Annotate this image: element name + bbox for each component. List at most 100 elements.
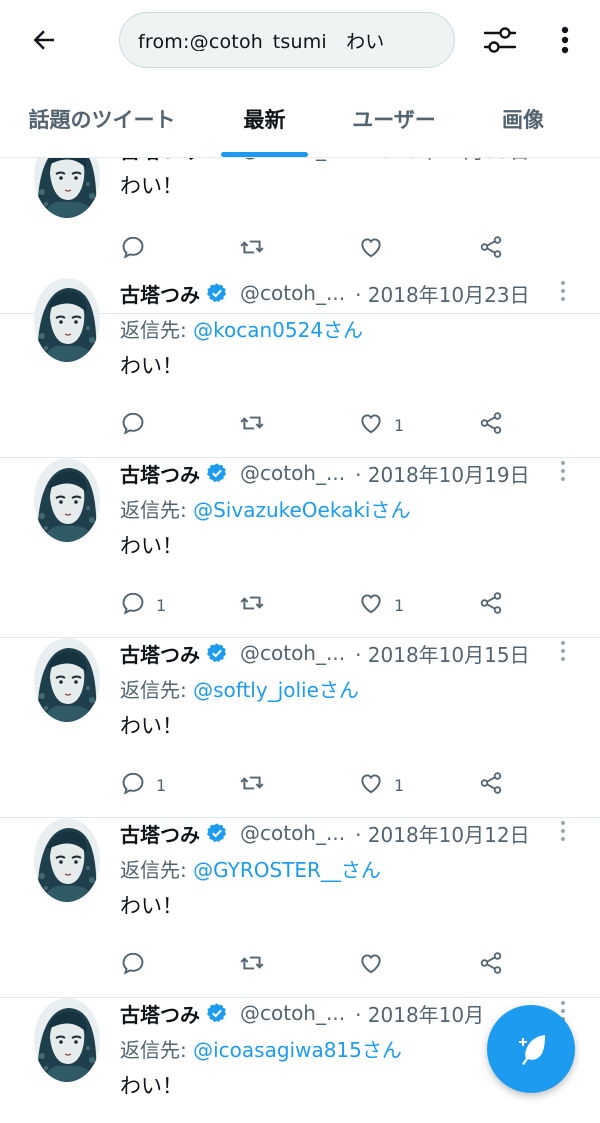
like-button[interactable]: 1 xyxy=(358,590,404,620)
reply-mention-link[interactable]: @softly_jolie xyxy=(193,678,319,702)
heart-icon xyxy=(358,590,384,620)
compose-feather-icon xyxy=(519,1035,545,1065)
tweet-more-icon[interactable] xyxy=(560,820,576,842)
compose-tweet-button[interactable] xyxy=(487,1005,575,1093)
like-button[interactable] xyxy=(358,234,394,264)
search-filter-button[interactable] xyxy=(480,22,520,58)
tweet-more-icon[interactable] xyxy=(560,280,576,302)
tweet-date[interactable]: · 2018年10月15日 xyxy=(355,639,530,668)
reply-icon xyxy=(120,590,146,620)
search-tabs: 話題のツイート 最新 ユーザー 画像 xyxy=(0,80,600,158)
verified-badge-icon xyxy=(206,642,228,664)
verified-badge-icon xyxy=(206,282,228,304)
display-name[interactable]: 古塔つみ xyxy=(120,459,200,488)
display-name[interactable]: 古塔つみ xyxy=(120,158,200,164)
user-avatar[interactable] xyxy=(34,998,100,1082)
tweet-item[interactable]: 古塔つみ @cotoh_... · 2018年10月23日 返信先: @koca… xyxy=(0,278,600,458)
retweet-button[interactable] xyxy=(238,410,266,440)
user-avatar[interactable] xyxy=(34,458,100,542)
retweet-button[interactable] xyxy=(238,770,266,800)
tweet-text: わい！ xyxy=(120,534,183,558)
tweet-item[interactable]: 古塔つみ @cotoh_... · 2018年10月12日 返信先: @GYRO… xyxy=(0,818,600,998)
reply-suffix: さん xyxy=(340,858,381,882)
like-button[interactable]: 1 xyxy=(358,410,404,440)
verified-badge-icon xyxy=(206,158,228,160)
tweet-header: 古塔つみ @cotoh_... · 2018年11月05日 xyxy=(120,158,530,164)
heart-icon xyxy=(358,234,384,264)
tweet-date[interactable]: · 2018年11月05日 xyxy=(355,158,530,164)
display-name[interactable]: 古塔つみ xyxy=(120,639,200,668)
display-name[interactable]: 古塔つみ xyxy=(120,999,200,1028)
reply-mention-link[interactable]: @GYROSTER__ xyxy=(193,858,341,882)
share-icon xyxy=(478,770,504,800)
tweet-date[interactable]: · 2018年10月12日 xyxy=(355,819,530,848)
tweet-date[interactable]: · 2018年10月23日 xyxy=(355,279,530,308)
reply-button[interactable] xyxy=(120,950,156,980)
user-handle: @cotoh_... xyxy=(240,641,346,665)
tweet-item[interactable]: 古塔つみ @cotoh_... · 2018年10月15日 返信先: @soft… xyxy=(0,638,600,818)
display-name[interactable]: 古塔つみ xyxy=(120,819,200,848)
reply-button[interactable]: 1 xyxy=(120,590,166,620)
search-field[interactable] xyxy=(119,12,455,68)
reply-mention-link[interactable]: @kocan0524 xyxy=(193,318,323,342)
retweet-button[interactable] xyxy=(238,950,266,980)
retweet-button[interactable] xyxy=(238,234,266,264)
tweet-header: 古塔つみ @cotoh_... · 2018年10月15日 xyxy=(120,638,530,668)
like-button[interactable] xyxy=(358,950,394,980)
tab-top-label: 話題のツイート xyxy=(28,108,176,132)
user-avatar[interactable] xyxy=(34,638,100,722)
reply-suffix: さん xyxy=(318,678,359,702)
reply-context: 返信先: @softly_jolieさん xyxy=(120,674,359,703)
tweet-text: わい！ xyxy=(120,174,183,198)
user-avatar[interactable] xyxy=(34,278,100,362)
reply-icon xyxy=(120,234,146,264)
share-button[interactable] xyxy=(478,770,504,800)
vertical-ellipsis-icon xyxy=(561,26,569,54)
tweet-more-icon[interactable] xyxy=(560,460,576,482)
reply-mention-link[interactable]: @SivazukeOekaki xyxy=(193,498,370,522)
tweet-header: 古塔つみ @cotoh_... · 2018年10月19日 xyxy=(120,458,530,488)
reply-mention-link[interactable]: @icoasagiwa815 xyxy=(193,1038,362,1062)
heart-icon xyxy=(358,410,384,440)
reply-count: 1 xyxy=(156,775,167,795)
reply-icon xyxy=(120,770,146,800)
reply-count: 1 xyxy=(156,595,167,615)
reply-prefix: 返信先: xyxy=(120,498,194,522)
tweet-item[interactable]: 古塔つみ @cotoh_... · 2018年10月19日 返信先: @Siva… xyxy=(0,458,600,638)
display-name[interactable]: 古塔つみ xyxy=(120,279,200,308)
reply-button[interactable] xyxy=(120,234,156,264)
reply-context: 返信先: @icoasagiwa815さん xyxy=(120,1034,402,1063)
share-button[interactable] xyxy=(478,950,504,980)
like-button[interactable]: 1 xyxy=(358,770,404,800)
share-button[interactable] xyxy=(478,234,504,264)
share-button[interactable] xyxy=(478,410,504,440)
tab-latest[interactable]: 最新 xyxy=(221,80,308,158)
more-options-button[interactable] xyxy=(548,20,582,60)
retweet-icon xyxy=(238,410,266,440)
tweet-actions: 1 1 xyxy=(120,770,520,800)
reply-suffix: さん xyxy=(361,1038,402,1062)
tab-latest-label: 最新 xyxy=(243,108,286,132)
tweet-date[interactable]: · 2018年10月19日 xyxy=(355,459,530,488)
reply-button[interactable]: 1 xyxy=(120,770,166,800)
active-tab-indicator xyxy=(221,152,308,157)
share-button[interactable] xyxy=(478,590,504,620)
tab-people[interactable]: ユーザー xyxy=(335,80,453,158)
tweet-date[interactable]: · 2018年10月 xyxy=(355,999,484,1028)
top-bar xyxy=(0,0,600,80)
heart-icon xyxy=(358,950,384,980)
reply-prefix: 返信先: xyxy=(120,678,194,702)
reply-icon xyxy=(120,950,146,980)
verified-badge-icon xyxy=(206,1002,228,1024)
user-avatar[interactable] xyxy=(34,818,100,902)
reply-button[interactable] xyxy=(120,410,156,440)
tab-photos[interactable]: 画像 xyxy=(488,80,558,158)
reply-prefix: 返信先: xyxy=(120,858,194,882)
tweet-more-icon[interactable] xyxy=(560,640,576,662)
tab-top[interactable]: 話題のツイート xyxy=(14,80,190,158)
back-button[interactable] xyxy=(24,22,64,58)
user-avatar[interactable] xyxy=(34,158,100,218)
search-input[interactable] xyxy=(138,29,438,51)
retweet-button[interactable] xyxy=(238,590,266,620)
share-icon xyxy=(478,410,504,440)
